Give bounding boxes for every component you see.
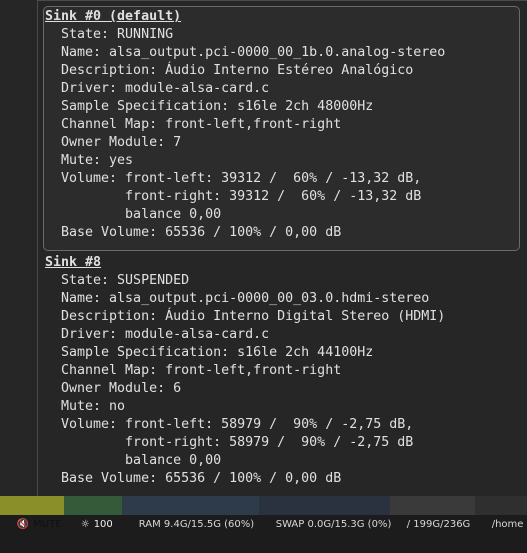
sink-property-line: Name: alsa_output.pci-0000_00_1b.0.analo… <box>45 45 446 60</box>
sink-title: Sink #8 <box>45 255 102 270</box>
sink-property-line: Owner Module: 7 <box>45 135 182 150</box>
sink-property-line: Name: alsa_output.pci-0000_00_03.0.hdmi-… <box>45 291 430 306</box>
sink-property-line: Sample Specification: s16le 2ch 44100Hz <box>45 345 374 360</box>
ram-label: RAM 9.4G/15.5G (60%) <box>138 519 255 530</box>
sink-property-line: Driver: module-alsa-card.c <box>45 81 270 96</box>
volume-label: MUTE <box>33 519 62 530</box>
sink-property-line: Driver: module-alsa-card.c <box>45 327 270 342</box>
disk-block: / 199G/236G <box>390 496 475 530</box>
sink-property-line: Channel Map: front-left,front-right <box>45 117 342 132</box>
status-bar: 🔇 MUTE ☼ 100 RAM 9.4G/15.5G (60%) SWAP 0.0… <box>0 496 527 530</box>
sink-property-line: Mute: no <box>45 399 126 414</box>
sink-property-line: balance 0,00 <box>45 453 222 468</box>
sink-property-line: balance 0,00 <box>45 207 222 222</box>
home-label: /home <box>491 519 524 530</box>
sink-property-line: Description: Áudio Interno Digital Stere… <box>45 309 446 324</box>
sink-property-line: State: SUSPENDED <box>45 273 190 288</box>
sink-property-line: front-right: 58979 / 90% / -2,75 dB <box>45 435 414 450</box>
sink-property-line: Description: Áudio Interno Estéreo Analó… <box>45 63 414 78</box>
sink-property-line: Volume: front-left: 58979 / 90% / -2,75 … <box>45 417 414 432</box>
sink-property-line: front-right: 39312 / 60% / -13,32 dB <box>45 189 422 204</box>
disk-label: / 199G/236G <box>406 519 471 530</box>
sink-property-line: Sample Specification: s16le 2ch 48000Hz <box>45 99 374 114</box>
sink-property-line: Mute: yes <box>45 153 134 168</box>
volume-info-popup: Sink #0 (default) State: RUNNING Name: a… <box>37 0 527 496</box>
sink-property-line: Volume: front-left: 39312 / 60% / -13,32… <box>45 171 422 186</box>
terminal-background <box>0 0 37 496</box>
ram-block: RAM 9.4G/15.5G (60%) <box>122 496 259 530</box>
sink-property-line: Owner Module: 6 <box>45 381 182 396</box>
sink-property-line: Base Volume: 65536 / 100% / 0,00 dB <box>45 225 342 240</box>
sun-icon: ☼ <box>80 519 90 530</box>
sink-property-line: Base Volume: 65536 / 100% / 0,00 dB <box>45 471 342 486</box>
sink-property-line: State: RUNNING <box>45 27 174 42</box>
swap-block: SWAP 0.0G/15.3G (0%) <box>259 496 391 530</box>
volume-block[interactable]: 🔇 MUTE <box>0 496 64 530</box>
brightness-value: 100 <box>93 519 113 530</box>
sink-title: Sink #0 (default) <box>45 9 182 24</box>
swap-label: SWAP 0.0G/15.3G (0%) <box>275 519 392 530</box>
home-block: /home <box>475 496 527 530</box>
speaker-muted-icon: 🔇 <box>16 519 30 530</box>
sink-property-line: Channel Map: front-left,front-right <box>45 363 342 378</box>
brightness-block[interactable]: ☼ 100 <box>64 496 122 530</box>
